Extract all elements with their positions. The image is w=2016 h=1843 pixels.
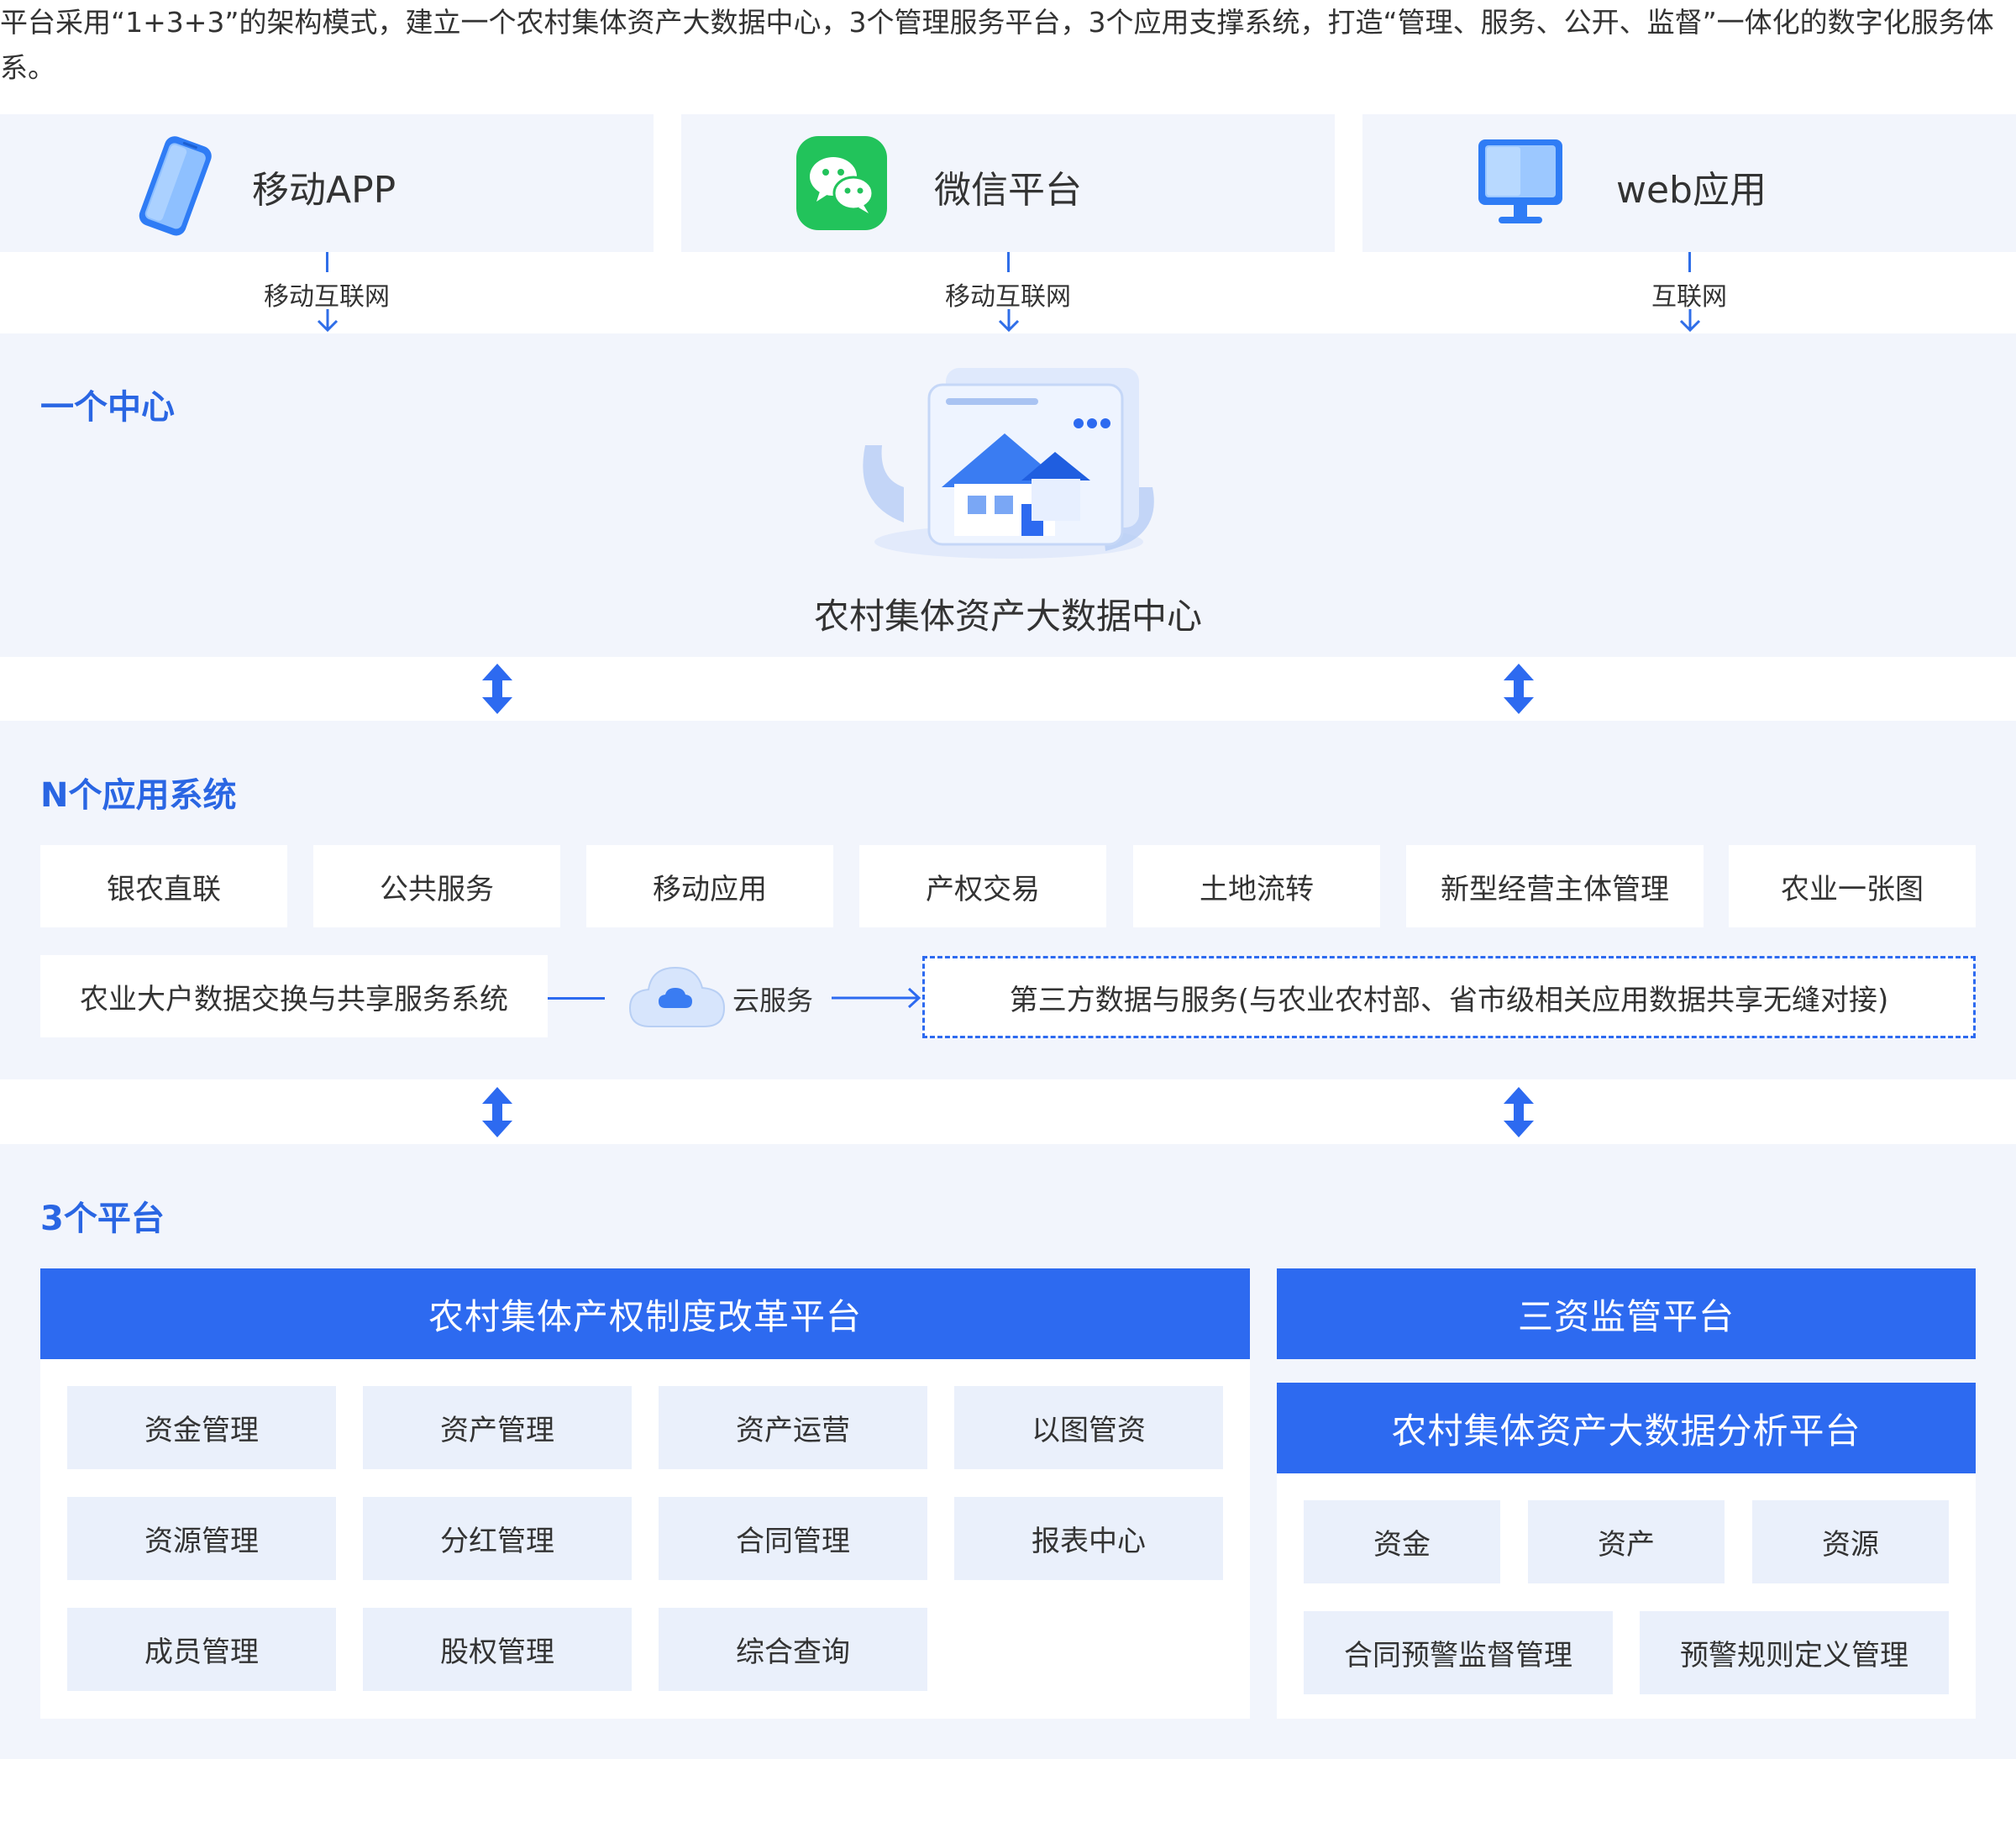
client-title-web: web应用 xyxy=(1616,169,1767,212)
bidirectional-arrow-icon xyxy=(482,664,512,714)
section-title-center: 一个中心 xyxy=(40,388,175,427)
client-title-wechat: 微信平台 xyxy=(934,169,1082,212)
module-card: 以图管资 xyxy=(954,1386,1223,1469)
arrow-down-icon xyxy=(317,309,339,333)
data-center-name: 农村集体资产大数据中心 xyxy=(813,596,1202,637)
arrow-right-icon xyxy=(832,987,921,1009)
module-card: 资产 xyxy=(1528,1500,1725,1583)
intro-text: 平台采用“1+3+3”的架构模式，建立一个农村集体资产大数据中心，3个管理服务平… xyxy=(0,6,1994,84)
connection-label-mobile-app: 移动互联网 xyxy=(264,282,390,312)
module-card: 分红管理 xyxy=(363,1497,632,1580)
connection-label-web: 互联网 xyxy=(1651,282,1727,312)
section-title-platforms: 3个平台 xyxy=(40,1200,165,1238)
module-card: 综合查询 xyxy=(659,1608,927,1691)
module-card: 报表中心 xyxy=(954,1497,1223,1580)
module-card: 资产运营 xyxy=(659,1386,927,1469)
monitor-icon xyxy=(1478,139,1562,223)
connector-line xyxy=(1007,252,1010,272)
module-card: 股权管理 xyxy=(363,1608,632,1691)
bidirectional-arrow-icon xyxy=(482,1087,512,1137)
connector-line xyxy=(1688,252,1691,272)
app-card: 移动应用 xyxy=(586,845,833,927)
app-card: 土地流转 xyxy=(1133,845,1380,927)
module-card: 资源管理 xyxy=(67,1497,336,1580)
data-center-house-icon xyxy=(863,368,1154,559)
connection-label-wechat: 移动互联网 xyxy=(945,282,1071,312)
wechat-icon xyxy=(796,136,887,230)
module-card: 资源 xyxy=(1752,1500,1949,1583)
arrow-down-icon xyxy=(1679,309,1701,333)
app-card: 农业一张图 xyxy=(1729,845,1976,927)
exchange-system-card: 农业大户数据交换与共享服务系统 xyxy=(40,955,548,1037)
cloud-icon xyxy=(628,966,726,1027)
supervision-platform-header: 三资监管平台 xyxy=(1277,1268,1976,1359)
connector-line xyxy=(326,252,328,272)
module-card: 成员管理 xyxy=(67,1608,336,1691)
app-card: 新型经营主体管理 xyxy=(1406,845,1704,927)
arrow-down-icon xyxy=(998,309,1020,333)
module-card: 预警规则定义管理 xyxy=(1640,1611,1949,1694)
app-card: 产权交易 xyxy=(859,845,1106,927)
client-title-mobile-app: 移动APP xyxy=(252,169,396,212)
connector-line xyxy=(548,997,605,1000)
bidirectional-arrow-icon xyxy=(1504,1087,1534,1137)
module-card: 资金 xyxy=(1304,1500,1500,1583)
app-card: 银农直联 xyxy=(40,845,287,927)
reform-platform-header: 农村集体产权制度改革平台 xyxy=(40,1268,1250,1359)
module-card: 资金管理 xyxy=(67,1386,336,1469)
bidirectional-arrow-icon xyxy=(1504,664,1534,714)
mobile-phone-icon xyxy=(139,136,212,236)
module-card: 资产管理 xyxy=(363,1386,632,1469)
module-card: 合同预警监督管理 xyxy=(1304,1611,1613,1694)
third-party-data-box: 第三方数据与服务(与农业农村部、省市级相关应用数据共享无缝对接) xyxy=(922,956,1976,1038)
analysis-platform-header: 农村集体资产大数据分析平台 xyxy=(1277,1383,1976,1473)
module-card: 合同管理 xyxy=(659,1497,927,1580)
cloud-service-label: 云服务 xyxy=(732,985,814,1016)
section-title-apps: N个应用系统 xyxy=(40,776,237,815)
app-card: 公共服务 xyxy=(313,845,560,927)
